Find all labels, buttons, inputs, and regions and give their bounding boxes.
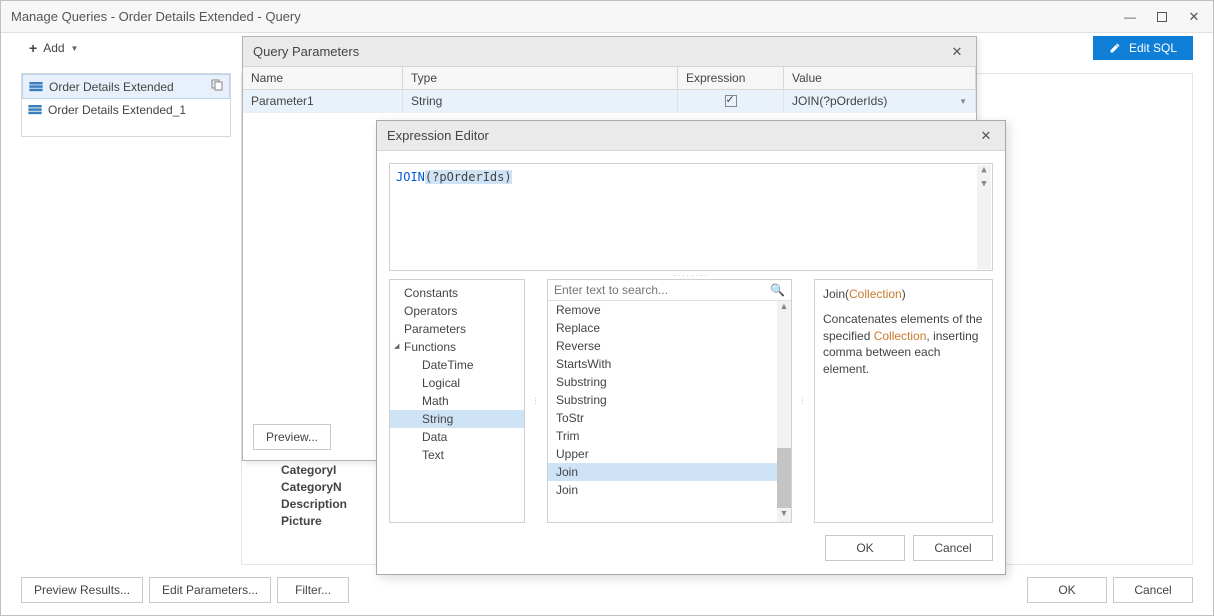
fn-item[interactable]: Reverse xyxy=(548,337,791,355)
param-type-cell[interactable]: String xyxy=(403,90,678,112)
column-header-value[interactable]: Value xyxy=(784,67,976,89)
grid-header: Name Type Expression Value xyxy=(243,67,976,90)
fn-item[interactable]: Trim xyxy=(548,427,791,445)
horizontal-grip[interactable]: ∙∙∙∙∙∙∙∙ xyxy=(389,271,993,279)
help-pane: Join(Collection) Concatenates elements o… xyxy=(814,279,993,523)
main-window-titlebar: Manage Queries - Order Details Extended … xyxy=(1,1,1213,33)
vertical-grip[interactable]: ∙∙∙ xyxy=(533,279,539,523)
main-window-title: Manage Queries - Order Details Extended … xyxy=(11,9,1121,24)
ok-button[interactable]: OK xyxy=(1027,577,1107,603)
preview-results-button[interactable]: Preview Results... xyxy=(21,577,143,603)
help-signature: Join(Collection) xyxy=(823,286,984,303)
queries-panel: Order Details Extended Order Details Ext… xyxy=(21,73,231,137)
table-icon xyxy=(28,105,42,115)
column-name: CategoryI xyxy=(281,463,347,477)
tree-item-logical[interactable]: Logical xyxy=(390,374,524,392)
category-tree: Constants Operators Parameters Functions… xyxy=(389,279,525,523)
chevron-down-icon: ▼ xyxy=(71,44,79,53)
fn-item[interactable]: ToStr xyxy=(548,409,791,427)
fn-item[interactable]: Substring xyxy=(548,373,791,391)
function-list-pane: 🔍 Remove Replace Reverse StartsWith Subs… xyxy=(547,279,792,523)
close-icon[interactable] xyxy=(977,127,995,145)
dialog-titlebar: Expression Editor xyxy=(377,121,1005,151)
tree-item-text[interactable]: Text xyxy=(390,446,524,464)
dialog-titlebar: Query Parameters xyxy=(243,37,976,67)
edit-parameters-button[interactable]: Edit Parameters... xyxy=(149,577,271,603)
fn-item[interactable]: Remove xyxy=(548,301,791,319)
scrollbar[interactable]: ▲ ▼ xyxy=(777,301,791,522)
query-item-label: Order Details Extended_1 xyxy=(48,103,186,117)
scrollbar[interactable]: ▲ ▼ xyxy=(977,165,991,269)
vertical-grip[interactable]: ∙∙∙ xyxy=(800,279,806,523)
copy-icon[interactable] xyxy=(211,79,223,94)
maximize-icon[interactable] xyxy=(1153,8,1171,26)
table-icon xyxy=(29,82,43,92)
edit-sql-label: Edit SQL xyxy=(1129,41,1177,55)
column-name: Description xyxy=(281,497,347,511)
tree-item-constants[interactable]: Constants xyxy=(390,284,524,302)
cancel-button[interactable]: Cancel xyxy=(1113,577,1193,603)
fn-item[interactable]: Upper xyxy=(548,445,791,463)
tree-item-math[interactable]: Math xyxy=(390,392,524,410)
fn-item[interactable]: Join xyxy=(548,463,791,481)
tree-item-parameters[interactable]: Parameters xyxy=(390,320,524,338)
pencil-icon xyxy=(1109,42,1121,54)
param-value-cell[interactable]: JOIN(?pOrderIds) ▼ xyxy=(784,90,976,112)
checkbox-icon[interactable] xyxy=(725,95,737,107)
search-box: 🔍 xyxy=(548,280,791,301)
param-value-text: JOIN(?pOrderIds) xyxy=(792,94,887,108)
grid-row[interactable]: Parameter1 String JOIN(?pOrderIds) ▼ xyxy=(243,90,976,113)
query-item[interactable]: Order Details Extended_1 xyxy=(22,99,230,121)
scroll-up-icon[interactable]: ▲ xyxy=(977,165,991,179)
tree-item-data[interactable]: Data xyxy=(390,428,524,446)
cancel-button[interactable]: Cancel xyxy=(913,535,993,561)
scroll-up-icon[interactable]: ▲ xyxy=(777,301,791,315)
expression-input[interactable]: JOIN(?pOrderIds) ▲ ▼ xyxy=(389,163,993,271)
columns-list: CategoryI CategoryN Description Picture xyxy=(281,463,347,531)
fn-item[interactable]: Substring xyxy=(548,391,791,409)
fn-item[interactable]: Join xyxy=(548,481,791,499)
search-input[interactable] xyxy=(554,283,770,297)
minimize-icon[interactable] xyxy=(1121,8,1139,26)
param-name-cell[interactable]: Parameter1 xyxy=(243,90,403,112)
fn-item[interactable]: StartsWith xyxy=(548,355,791,373)
query-item-label: Order Details Extended xyxy=(49,80,174,94)
function-list: Remove Replace Reverse StartsWith Substr… xyxy=(548,301,791,522)
param-expression-cell[interactable] xyxy=(678,90,784,112)
chevron-down-icon[interactable]: ▼ xyxy=(959,97,967,106)
tree-item-functions[interactable]: Functions xyxy=(390,338,524,356)
fn-item[interactable]: Replace xyxy=(548,319,791,337)
expression-editor-buttons: OK Cancel xyxy=(389,535,993,561)
column-header-type[interactable]: Type xyxy=(403,67,678,89)
preview-button[interactable]: Preview... xyxy=(253,424,331,450)
scroll-down-icon[interactable]: ▼ xyxy=(777,508,791,522)
column-header-expression[interactable]: Expression xyxy=(678,67,784,89)
query-item[interactable]: Order Details Extended xyxy=(22,74,230,99)
add-label: Add xyxy=(43,41,64,55)
scroll-down-icon[interactable]: ▼ xyxy=(977,179,991,193)
add-button[interactable]: + Add ▼ xyxy=(21,37,86,59)
expr-args: (?pOrderIds) xyxy=(425,170,512,184)
help-body: Concatenates elements of the specified C… xyxy=(823,311,984,378)
main-bottom-buttons: Preview Results... Edit Parameters... Fi… xyxy=(21,577,1193,603)
expression-editor-dialog: Expression Editor JOIN(?pOrderIds) ▲ ▼ ∙… xyxy=(376,120,1006,575)
column-name: CategoryN xyxy=(281,480,347,494)
ok-button[interactable]: OK xyxy=(825,535,905,561)
scroll-thumb[interactable] xyxy=(777,448,791,508)
column-name: Picture xyxy=(281,514,347,528)
filter-button[interactable]: Filter... xyxy=(277,577,349,603)
tree-item-datetime[interactable]: DateTime xyxy=(390,356,524,374)
tree-item-string[interactable]: String xyxy=(390,410,524,428)
search-icon[interactable]: 🔍 xyxy=(770,283,785,297)
close-icon[interactable] xyxy=(1185,8,1203,26)
expr-keyword: JOIN xyxy=(396,170,425,184)
dialog-title: Expression Editor xyxy=(387,128,977,143)
dialog-title: Query Parameters xyxy=(253,44,948,59)
edit-sql-button[interactable]: Edit SQL xyxy=(1093,36,1193,60)
close-icon[interactable] xyxy=(948,43,966,61)
column-header-name[interactable]: Name xyxy=(243,67,403,89)
plus-icon: + xyxy=(29,40,37,56)
tree-item-operators[interactable]: Operators xyxy=(390,302,524,320)
